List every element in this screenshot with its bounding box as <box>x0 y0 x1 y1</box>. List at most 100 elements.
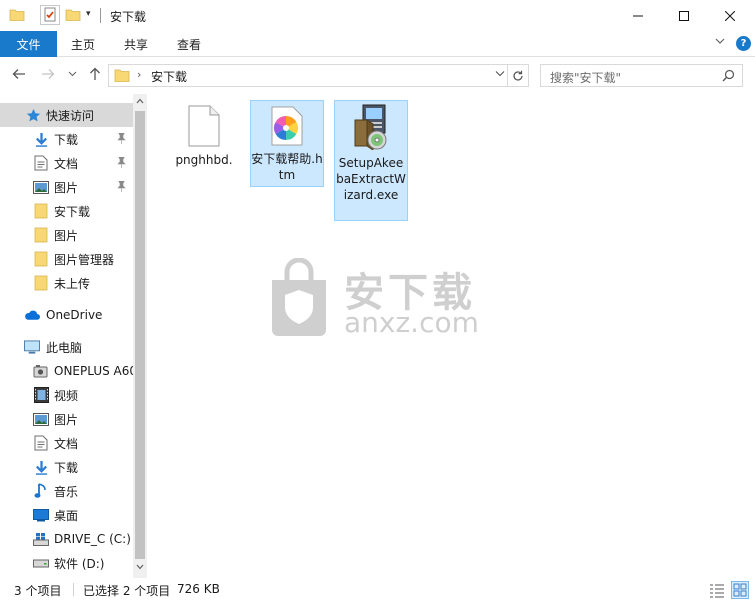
pin-icon <box>117 132 126 147</box>
sidebar-item-this-pc[interactable]: 此电脑 <box>0 335 133 359</box>
sidebar-item-label: 图片 <box>54 180 79 195</box>
sidebar-item-label: DRIVE_C (C:) <box>54 532 131 546</box>
new-folder-button[interactable] <box>65 7 81 23</box>
sidebar-item-drive-d[interactable]: 软件 (D:) <box>0 551 133 575</box>
search-input[interactable]: 搜索"安下载" <box>540 64 743 87</box>
sidebar-item-pictures-pinned[interactable]: 图片 <box>0 175 133 199</box>
sidebar-item-onedrive[interactable]: OneDrive <box>0 303 133 327</box>
installer-icon <box>349 104 393 153</box>
recent-locations-chevron-icon[interactable] <box>68 70 77 80</box>
breadcrumb-chevron-icon[interactable]: › <box>137 68 141 81</box>
download-arrow-icon <box>33 459 49 475</box>
sidebar-item-label: 快速访问 <box>46 108 95 123</box>
desktop-icon <box>33 507 49 523</box>
window-title: 安下载 <box>110 10 147 24</box>
tab-file[interactable]: 文件 <box>0 31 57 57</box>
file-item-selected[interactable]: 安下载帮助.htm <box>250 100 324 187</box>
sidebar-item-documents[interactable]: 文档 <box>0 431 133 455</box>
music-note-icon <box>33 483 49 499</box>
picture-icon <box>33 179 49 195</box>
sidebar-item-label: 未上传 <box>54 276 91 291</box>
sidebar-item-quick-access[interactable]: 快速访问 <box>0 103 133 127</box>
cloud-icon <box>24 307 40 323</box>
sidebar-item-drive-c[interactable]: DRIVE_C (C:) <box>0 527 133 551</box>
folder-icon <box>33 227 49 243</box>
phone-icon <box>33 363 49 379</box>
sidebar-item-folder-picture-manager[interactable]: 图片管理器 <box>0 247 133 271</box>
sidebar-item-label: 软件 (D:) <box>54 556 105 571</box>
maximize-button[interactable] <box>661 0 707 31</box>
sidebar-item-folder-anxiazai[interactable]: 安下载 <box>0 199 133 223</box>
search-icon[interactable] <box>722 69 735 85</box>
file-item-selected[interactable]: SetupAkeebaExtractWizard.exe <box>334 100 408 221</box>
download-arrow-icon <box>33 131 49 147</box>
refresh-button[interactable] <box>508 64 529 87</box>
address-history-chevron-icon[interactable] <box>495 70 505 80</box>
navigation-pane: 快速访问 下载 文档 图片 安下载 图片 图片管理器 未上传 OneDrive … <box>0 94 147 578</box>
scrollbar-thumb[interactable] <box>135 111 145 559</box>
sidebar-item-label: 图片管理器 <box>54 252 115 267</box>
sidebar-item-videos[interactable]: 视频 <box>0 383 133 407</box>
sidebar-item-label: ONEPLUS A60 <box>54 364 133 378</box>
sidebar-item-label: 文档 <box>54 436 79 451</box>
address-bar[interactable]: › 安下载 <box>108 64 508 87</box>
sidebar-item-documents-pinned[interactable]: 文档 <box>0 151 133 175</box>
sidebar-item-label: 此电脑 <box>46 340 83 355</box>
customize-toolbar-chevron-icon[interactable]: ▾ <box>86 9 96 25</box>
large-icons-view-icon[interactable] <box>731 581 749 599</box>
sidebar-item-desktop[interactable]: 桌面 <box>0 503 133 527</box>
sidebar-item-label: OneDrive <box>46 308 103 322</box>
selection-count: 已选择 2 个项目 <box>83 584 171 598</box>
minimize-button[interactable] <box>615 0 661 31</box>
video-icon <box>33 387 49 403</box>
expand-ribbon-chevron-icon[interactable] <box>715 37 725 48</box>
search-placeholder: 搜索"安下载" <box>550 71 622 85</box>
status-bar: 3 个项目 已选择 2 个项目 726 KB <box>0 578 755 601</box>
sidebar-item-label: 下载 <box>54 460 79 475</box>
sidebar-item-label: 图片 <box>54 228 79 243</box>
sidebar-item-label: 下载 <box>54 132 79 147</box>
close-button[interactable] <box>707 0 753 31</box>
sidebar-item-downloads-pinned[interactable]: 下载 <box>0 127 133 151</box>
folder-icon <box>33 251 49 267</box>
sidebar-scrollbar[interactable] <box>133 94 147 578</box>
sidebar-item-label: 视频 <box>54 388 79 403</box>
sidebar-item-downloads[interactable]: 下载 <box>0 455 133 479</box>
file-list-area[interactable]: pnghhbd. 安下载帮助.htm SetupAkeebaExtractWiz… <box>148 94 755 578</box>
file-item[interactable]: pnghhbd. <box>167 102 241 167</box>
sidebar-item-music[interactable]: 音乐 <box>0 479 133 503</box>
up-arrow-icon[interactable] <box>88 67 102 85</box>
computer-icon <box>24 339 40 355</box>
picture-icon <box>33 411 49 427</box>
scroll-down-arrow-icon[interactable] <box>136 563 144 573</box>
forward-arrow-icon[interactable] <box>41 67 55 85</box>
refresh-icon <box>513 70 523 81</box>
pin-icon <box>117 156 126 171</box>
help-icon[interactable]: ? <box>736 36 751 51</box>
back-arrow-icon[interactable] <box>12 67 26 85</box>
scroll-up-arrow-icon[interactable] <box>136 97 144 107</box>
anxz-watermark: 安下载 anxz.com <box>268 258 498 339</box>
file-name: SetupAkeebaExtractWizard.exe <box>336 156 406 202</box>
sidebar-item-folder-not-uploaded[interactable]: 未上传 <box>0 271 133 295</box>
colorful-pinwheel-icon <box>270 106 304 149</box>
blank-file-icon <box>187 105 221 150</box>
sidebar-item-oneplus[interactable]: ONEPLUS A60 <box>0 359 133 383</box>
watermark-domain: anxz.com <box>344 306 479 339</box>
ribbon-tabs: 文件 主页 共享 查看 ? <box>0 31 755 57</box>
windows-drive-icon <box>33 531 49 547</box>
selection-size: 726 KB <box>177 582 220 596</box>
file-name: pnghhbd. <box>175 153 233 167</box>
sidebar-item-folder-pictures[interactable]: 图片 <box>0 223 133 247</box>
pin-icon <box>117 180 126 195</box>
tab-view[interactable]: 查看 <box>177 36 201 53</box>
tab-share[interactable]: 共享 <box>124 36 148 53</box>
details-view-icon[interactable] <box>709 582 725 598</box>
tab-home[interactable]: 主页 <box>71 36 95 53</box>
properties-button[interactable] <box>40 5 60 25</box>
folder-icon <box>33 203 49 219</box>
sidebar-item-label: 文档 <box>54 156 79 171</box>
breadcrumb-current[interactable]: 安下载 <box>151 68 187 85</box>
folder-icon <box>33 275 49 291</box>
sidebar-item-pictures[interactable]: 图片 <box>0 407 133 431</box>
